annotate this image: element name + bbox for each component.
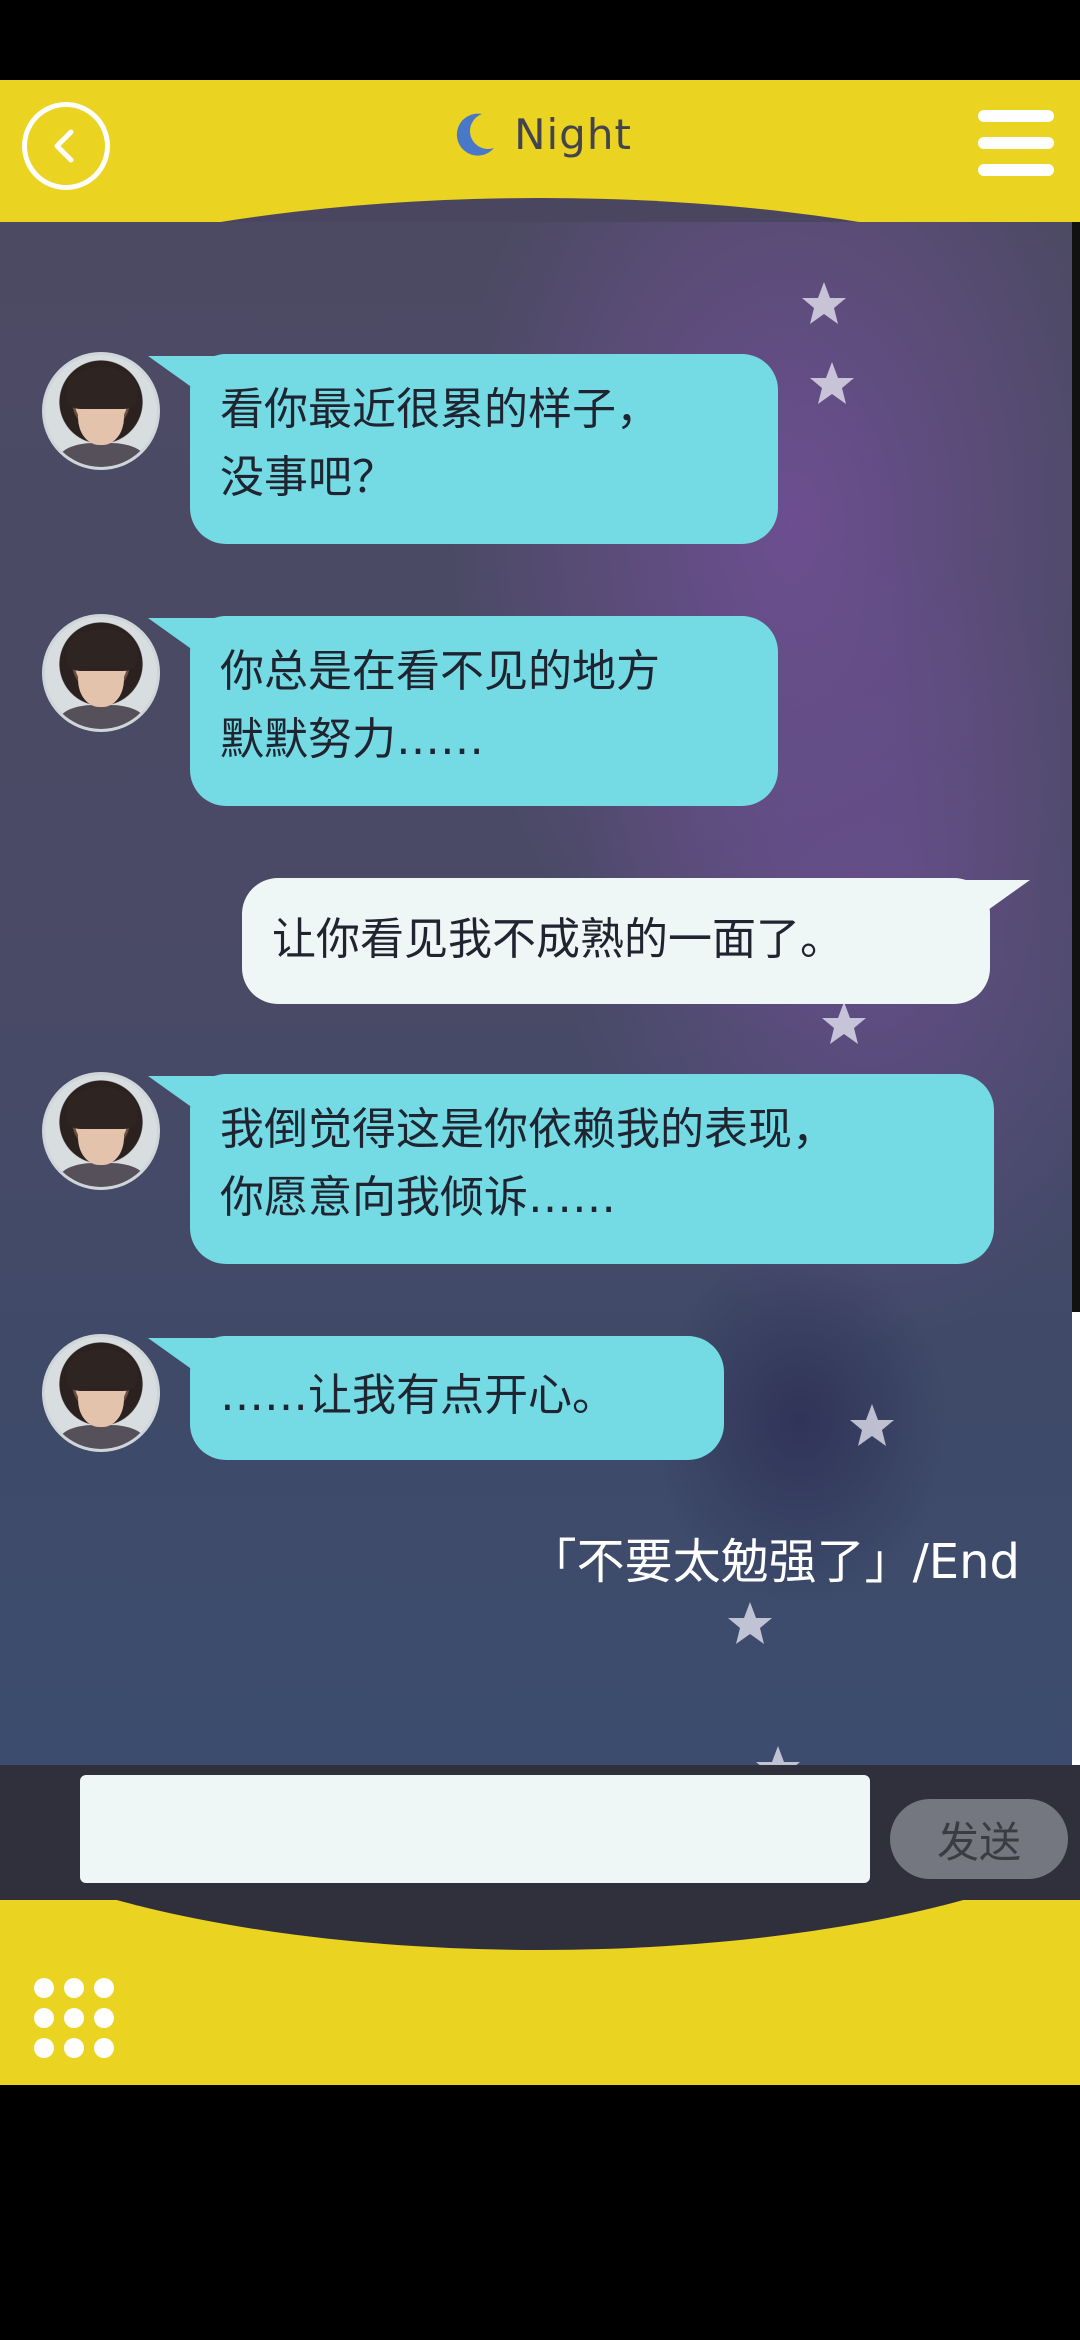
star-icon xyxy=(822,1002,866,1044)
status-bar-area xyxy=(0,0,1080,80)
message-bubble: 你总是在看不见的地方 默默努力…… xyxy=(148,616,778,806)
message-text: 看你最近很累的样子， xyxy=(220,384,660,435)
apps-grid-icon[interactable] xyxy=(34,1978,116,2060)
avatar[interactable] xyxy=(42,1072,160,1190)
message-bubble-self: 让你看见我不成熟的一面了。 xyxy=(242,878,1030,1004)
star-icon xyxy=(756,1746,800,1765)
scrollbar-thumb[interactable] xyxy=(1072,1312,1080,1765)
star-icon xyxy=(802,282,846,324)
scrollbar-track[interactable] xyxy=(1072,222,1080,1312)
message-input[interactable] xyxy=(80,1775,870,1883)
message-text: 默默努力…… xyxy=(220,714,484,765)
send-button[interactable]: 发送 xyxy=(890,1799,1068,1879)
story-end-label: 「不要太勉强了」/End xyxy=(528,1534,1020,1590)
menu-button[interactable] xyxy=(978,110,1054,176)
star-icon xyxy=(810,362,854,404)
message-text: 你总是在看不见的地方 xyxy=(220,646,660,697)
hamburger-menu-icon xyxy=(978,110,1054,122)
star-icon xyxy=(728,1602,772,1644)
chat-area[interactable]: 看你最近很累的样子， 没事吧？ 你总是在看不见的地方 默默努力…… 让你看见我不… xyxy=(0,222,1072,1765)
composer-bar: 发送 xyxy=(0,1765,1080,1920)
footer-bar xyxy=(0,1900,1080,2085)
avatar[interactable] xyxy=(42,614,160,732)
crescent-moon-icon xyxy=(456,113,495,156)
message-text: 我倒觉得这是你依赖我的表现， xyxy=(220,1104,836,1155)
message-text: 你愿意向我倾诉…… xyxy=(220,1172,616,1223)
page-title: Night xyxy=(514,109,632,159)
navigation-bar-area xyxy=(0,2085,1080,2340)
avatar[interactable] xyxy=(42,352,160,470)
message-text: 没事吧？ xyxy=(220,452,396,503)
message-bubble: 我倒觉得这是你依赖我的表现， 你愿意向我倾诉…… xyxy=(148,1074,994,1264)
message-bubble: ……让我有点开心。 xyxy=(148,1336,724,1460)
avatar[interactable] xyxy=(42,1334,160,1452)
message-text: 让你看见我不成熟的一面了。 xyxy=(272,914,844,965)
message-bubble: 看你最近很累的样子， 没事吧？ xyxy=(148,354,778,544)
header-title-group: Night xyxy=(0,108,1080,160)
star-icon xyxy=(850,1404,894,1446)
message-text: ……让我有点开心。 xyxy=(220,1370,616,1421)
